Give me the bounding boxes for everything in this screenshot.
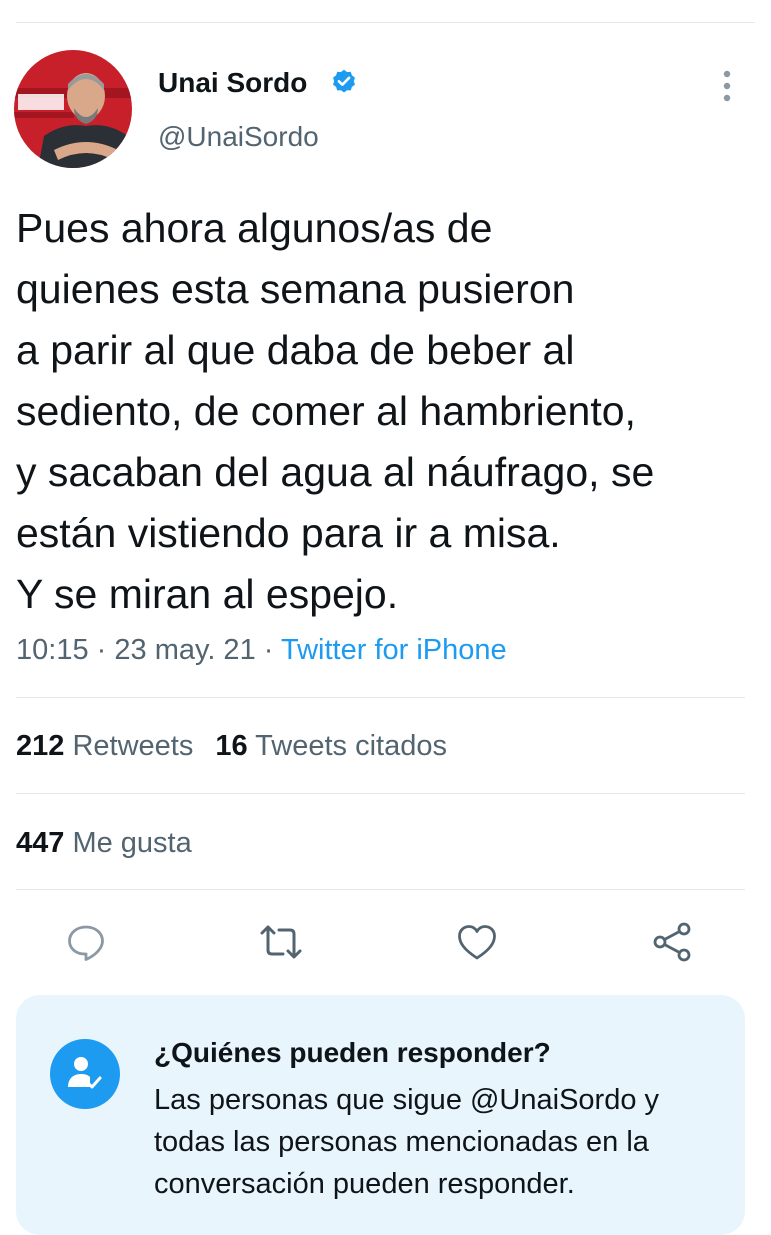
- author-handle[interactable]: @UnaiSordo: [158, 118, 319, 156]
- reply-restriction-icon-badge: [50, 1039, 120, 1109]
- likes-stat[interactable]: 447 Me gusta: [16, 823, 192, 863]
- tweet-date: 23 may. 21: [114, 634, 256, 666]
- share-icon[interactable]: [650, 920, 694, 964]
- verified-badge-icon: [333, 69, 355, 93]
- reply-restriction-text: Las personas que sigue @UnaiSordo y toda…: [154, 1084, 660, 1200]
- tweet-metadata: 10:15 · 23 may. 21 · Twitter for iPhone: [16, 630, 507, 670]
- quote-tweets-label: Tweets citados: [255, 730, 447, 762]
- reply-icon[interactable]: [64, 920, 108, 964]
- heart-icon[interactable]: [455, 920, 499, 964]
- quote-tweets-count: 16: [215, 730, 248, 762]
- retweets-count: 212: [16, 730, 65, 762]
- stats-row-likes: 447 Me gusta: [16, 823, 192, 863]
- meta-separator: ·: [263, 634, 274, 666]
- tweet-text: Pues ahora algunos/as de quienes esta se…: [16, 205, 655, 617]
- top-divider: [16, 22, 755, 23]
- divider: [16, 697, 745, 698]
- quote-tweets-stat[interactable]: 16 Tweets citados: [215, 726, 447, 766]
- divider: [16, 889, 745, 890]
- author-name[interactable]: Unai Sordo: [158, 64, 307, 102]
- stats-row-shares: 212 Retweets 16 Tweets citados: [16, 726, 447, 766]
- reply-restriction-panel: ¿Quiénes pueden responder? Las personas …: [16, 995, 745, 1235]
- likes-count: 447: [16, 827, 65, 859]
- tweet-source-link[interactable]: Twitter for iPhone: [281, 634, 507, 666]
- more-options-icon[interactable]: [715, 66, 739, 106]
- author-avatar[interactable]: [14, 50, 132, 168]
- person-check-icon: [68, 1057, 102, 1089]
- retweet-icon[interactable]: [259, 920, 303, 964]
- reply-restriction-title: ¿Quiénes pueden responder?: [154, 1037, 551, 1068]
- tweet-time: 10:15: [16, 634, 89, 666]
- meta-separator: ·: [96, 634, 107, 666]
- retweets-stat[interactable]: 212 Retweets: [16, 726, 193, 766]
- divider: [16, 793, 745, 794]
- likes-label: Me gusta: [72, 827, 192, 859]
- retweets-label: Retweets: [72, 730, 194, 762]
- avatar-photo: [14, 50, 132, 168]
